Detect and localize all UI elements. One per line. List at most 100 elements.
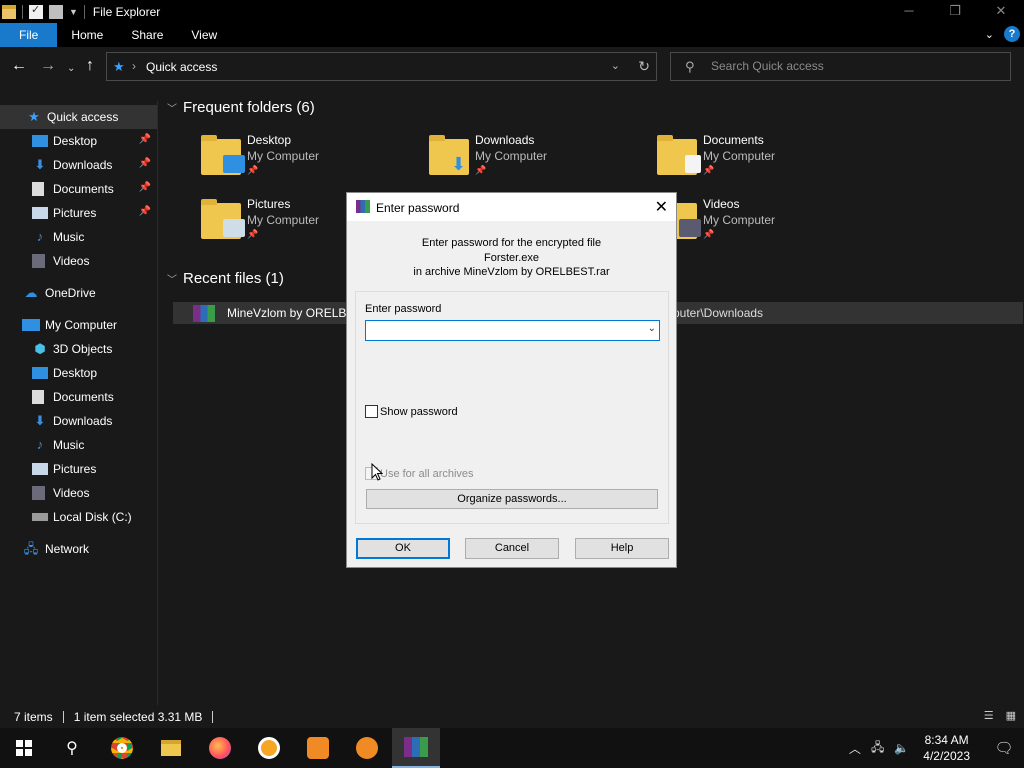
file-explorer-icon: [161, 740, 181, 756]
sidebar-item-documents-2[interactable]: Documents: [0, 385, 157, 409]
sidebar-item-onedrive[interactable]: ☁ OneDrive: [0, 281, 157, 305]
dialog-close-icon[interactable]: ✕: [655, 197, 668, 217]
folder-tile-desktop[interactable]: Desktop My Computer 📌: [201, 133, 421, 187]
ribbon-tabs: File Home Share View ⌄ ?: [0, 23, 1024, 47]
sidebar-item-my-computer[interactable]: My Computer: [0, 313, 157, 337]
recent-files-header[interactable]: ﹀ Recent files (1): [167, 270, 284, 287]
windows-logo-icon: [16, 740, 32, 756]
sidebar-item-documents[interactable]: Documents 📌: [0, 177, 157, 201]
folder-tile-videos[interactable]: Videos My Computer 📌: [657, 197, 877, 251]
frequent-folders-header[interactable]: ﹀ Frequent folders (6): [167, 99, 315, 116]
star-icon: ★: [113, 59, 125, 74]
notification-icon[interactable]: 🗨: [984, 739, 1024, 757]
network-icon[interactable]: 🖧: [871, 738, 884, 759]
password-combobox[interactable]: ⌄: [365, 320, 660, 341]
large-icons-view-icon[interactable]: ▦: [1006, 709, 1016, 722]
folder-tile-downloads[interactable]: ⬇ Downloads My Computer 📌: [429, 133, 649, 187]
chevron-down-icon[interactable]: ⌄: [648, 323, 656, 334]
password-input[interactable]: [369, 323, 639, 338]
brave-icon: [258, 737, 280, 759]
sidebar-item-network[interactable]: 🖧 Network: [0, 537, 157, 561]
show-password-row[interactable]: Show password: [365, 405, 458, 418]
sidebar-item-music-2[interactable]: ♪ Music: [0, 433, 157, 457]
chevron-right-icon[interactable]: ›: [132, 59, 136, 73]
folder-icon: [2, 4, 16, 19]
tab-home[interactable]: Home: [57, 23, 117, 47]
winrar-icon: [356, 200, 370, 213]
cancel-button[interactable]: Cancel: [465, 538, 559, 559]
folder-icon: ⬇: [429, 135, 469, 175]
tab-file[interactable]: File: [0, 23, 58, 47]
pin-icon: 📌: [475, 165, 487, 175]
chevron-down-icon[interactable]: ﹀: [167, 271, 177, 286]
details-view-icon[interactable]: ☰: [984, 709, 994, 722]
password-label: Enter password: [365, 303, 442, 315]
address-path[interactable]: Quick access: [146, 60, 217, 74]
sidebar-item-downloads-2[interactable]: ⬇ Downloads: [0, 409, 157, 433]
properties-icon[interactable]: [29, 3, 43, 19]
sidebar-item-videos[interactable]: Videos: [0, 249, 157, 273]
sidebar-item-videos-2[interactable]: Videos: [0, 481, 157, 505]
sidebar-item-pictures-2[interactable]: Pictures: [0, 457, 157, 481]
taskbar-firefox[interactable]: [196, 728, 244, 768]
sidebar-item-downloads[interactable]: ⬇ Downloads 📌: [0, 153, 157, 177]
help-button[interactable]: Help: [575, 538, 669, 559]
start-button[interactable]: [0, 728, 48, 768]
star-icon: ★: [28, 109, 40, 124]
organize-passwords-button[interactable]: Organize passwords...: [366, 489, 658, 509]
customize-toolbar-icon[interactable]: ▼: [69, 7, 78, 17]
sidebar-item-quick-access[interactable]: ★ Quick access: [0, 105, 157, 129]
ok-button[interactable]: OK: [356, 538, 450, 559]
address-bar[interactable]: ★ › Quick access ⌄ ↻: [106, 52, 657, 81]
search-input[interactable]: [711, 59, 991, 73]
search-box[interactable]: ⚲: [670, 52, 1011, 81]
forward-arrow-icon[interactable]: →: [40, 58, 56, 74]
sidebar-item-desktop[interactable]: Desktop 📌: [0, 129, 157, 153]
expand-ribbon-icon[interactable]: ⌄: [985, 28, 994, 41]
close-button[interactable]: ✕: [978, 0, 1024, 23]
chevron-down-icon[interactable]: ⌄: [611, 59, 620, 72]
picture-icon: [32, 463, 48, 475]
search-button[interactable]: ⚲: [48, 728, 96, 768]
recent-locations-icon[interactable]: ⌄: [67, 61, 75, 77]
sidebar-item-music[interactable]: ♪ Music: [0, 225, 157, 249]
restore-button[interactable]: ❐: [932, 0, 978, 23]
back-arrow-icon[interactable]: ←: [11, 58, 27, 74]
sidebar-item-3d-objects[interactable]: ⬢ 3D Objects: [0, 337, 157, 361]
pin-icon: 📌: [138, 158, 151, 169]
sidebar-item-local-disk[interactable]: Local Disk (C:): [0, 505, 157, 529]
tab-view[interactable]: View: [177, 23, 231, 47]
clock[interactable]: 8:34 AM 4/2/2023: [923, 732, 970, 764]
show-password-checkbox[interactable]: [365, 405, 378, 418]
chevron-down-icon[interactable]: ﹀: [167, 100, 177, 115]
sidebar-item-desktop-2[interactable]: Desktop: [0, 361, 157, 385]
minimize-button[interactable]: ─: [886, 0, 932, 23]
taskbar-chrome[interactable]: [98, 728, 146, 768]
folder-icon: [201, 199, 245, 239]
taskbar-brave[interactable]: [245, 728, 293, 768]
music-note-icon: ♪: [36, 437, 44, 452]
pin-icon: 📌: [703, 165, 715, 175]
taskbar-winrar[interactable]: [392, 728, 440, 768]
new-folder-icon[interactable]: [49, 4, 63, 19]
pin-icon: 📌: [703, 229, 715, 239]
taskbar-avast-secure[interactable]: [343, 728, 391, 768]
search-icon: ⚲: [685, 59, 695, 74]
volume-icon[interactable]: 🔈: [894, 741, 909, 755]
winrar-archive-icon: [193, 305, 215, 322]
chevron-up-icon[interactable]: ︿: [849, 740, 861, 757]
firefox-icon: [209, 737, 231, 759]
taskbar: ⚲ ︿ 🖧 🔈 8:34 AM 4/2/2023 🗨: [0, 728, 1024, 768]
tab-share[interactable]: Share: [117, 23, 177, 47]
film-icon: [32, 254, 45, 268]
document-icon: [32, 390, 44, 404]
taskbar-file-explorer[interactable]: [147, 728, 195, 768]
dialog-title-bar: Enter password ✕: [347, 193, 676, 221]
sidebar-item-pictures[interactable]: Pictures 📌: [0, 201, 157, 225]
pin-icon: 📌: [247, 229, 259, 239]
refresh-icon[interactable]: ↻: [638, 58, 650, 75]
folder-tile-documents[interactable]: Documents My Computer 📌: [657, 133, 877, 187]
up-arrow-icon[interactable]: ↑: [86, 58, 94, 74]
help-icon[interactable]: ?: [1004, 26, 1020, 42]
taskbar-avast[interactable]: [294, 728, 342, 768]
